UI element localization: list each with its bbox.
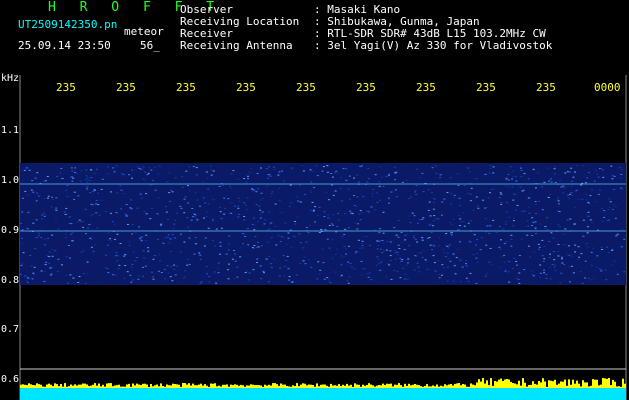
observer-label: Observer <box>180 3 233 16</box>
x-tick: 235 <box>236 81 256 94</box>
timestamp: 25.09.14 23:50 <box>18 39 111 52</box>
y-tick: 0.7 <box>1 324 20 335</box>
y-tick: 1.1 <box>1 125 20 136</box>
x-tick: 235 <box>176 81 196 94</box>
x-tick: 235 <box>416 81 436 94</box>
x-tick: 235 <box>116 81 136 94</box>
file-name: UT2509142350.pn <box>18 18 118 31</box>
receiver-value: : RTL-SDR SDR# 43dB L15 103.2MHz CW <box>314 27 546 40</box>
receiver-label: Receiver <box>180 27 233 40</box>
y-tick: 0.6 <box>1 374 20 385</box>
y-tick: 0.8 <box>1 275 20 286</box>
location-value: : Shibukawa, Gunma, Japan <box>314 15 480 28</box>
waterfall-band <box>20 163 626 285</box>
location-label: Receiving Location <box>180 15 300 28</box>
amplitude-baseline <box>20 388 626 400</box>
x-tick: 235 <box>296 81 316 94</box>
x-tick: 235 <box>536 81 556 94</box>
x-tick: 0000 <box>594 81 621 94</box>
y-tick: 1.0 <box>1 175 20 186</box>
antenna-label: Receiving Antenna <box>180 39 293 52</box>
meteor-label: meteor <box>124 25 164 38</box>
antenna-value: : 3el Yagi(V) Az 330 for Vladivostok <box>314 39 553 52</box>
x-tick: 235 <box>356 81 376 94</box>
observer-value: : Masaki Kano <box>314 3 401 16</box>
spectrogram-plot <box>19 75 627 400</box>
x-tick: 235 <box>476 81 496 94</box>
y-tick: 0.9 <box>1 225 20 236</box>
frame-counter: 56_ <box>140 39 160 52</box>
amplitude-signal <box>20 378 626 388</box>
x-tick: 235 <box>56 81 76 94</box>
axis-unit: kHz <box>1 73 20 84</box>
